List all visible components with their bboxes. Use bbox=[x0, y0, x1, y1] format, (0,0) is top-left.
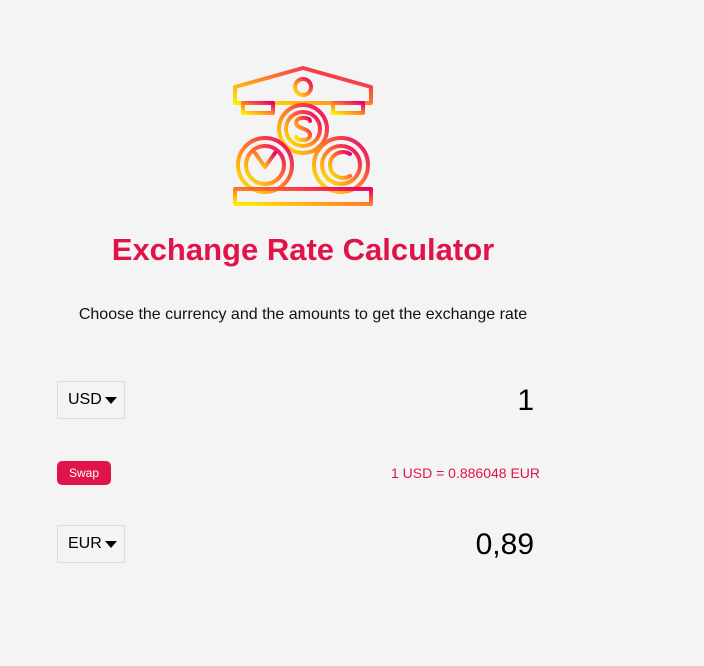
currency-one-value: USD bbox=[68, 391, 102, 408]
caret-down-icon bbox=[104, 541, 117, 548]
exchange-rate-text: 1 USD = 0.886048 EUR bbox=[390, 465, 540, 481]
page-title: Exchange Rate Calculator bbox=[111, 232, 495, 267]
swap-button[interactable]: Swap bbox=[57, 461, 111, 485]
currency-one-select[interactable]: USD bbox=[57, 381, 125, 419]
currency-two-value: EUR bbox=[68, 535, 102, 552]
currency-two-select[interactable]: EUR bbox=[57, 525, 125, 563]
caret-down-icon bbox=[104, 397, 117, 404]
amount-two-input[interactable]: 0,89 bbox=[334, 527, 534, 563]
bank-currency-icon bbox=[233, 66, 373, 206]
page-subtitle: Choose the currency and the amounts to g… bbox=[78, 306, 528, 323]
amount-one-input[interactable]: 1 bbox=[334, 383, 534, 419]
